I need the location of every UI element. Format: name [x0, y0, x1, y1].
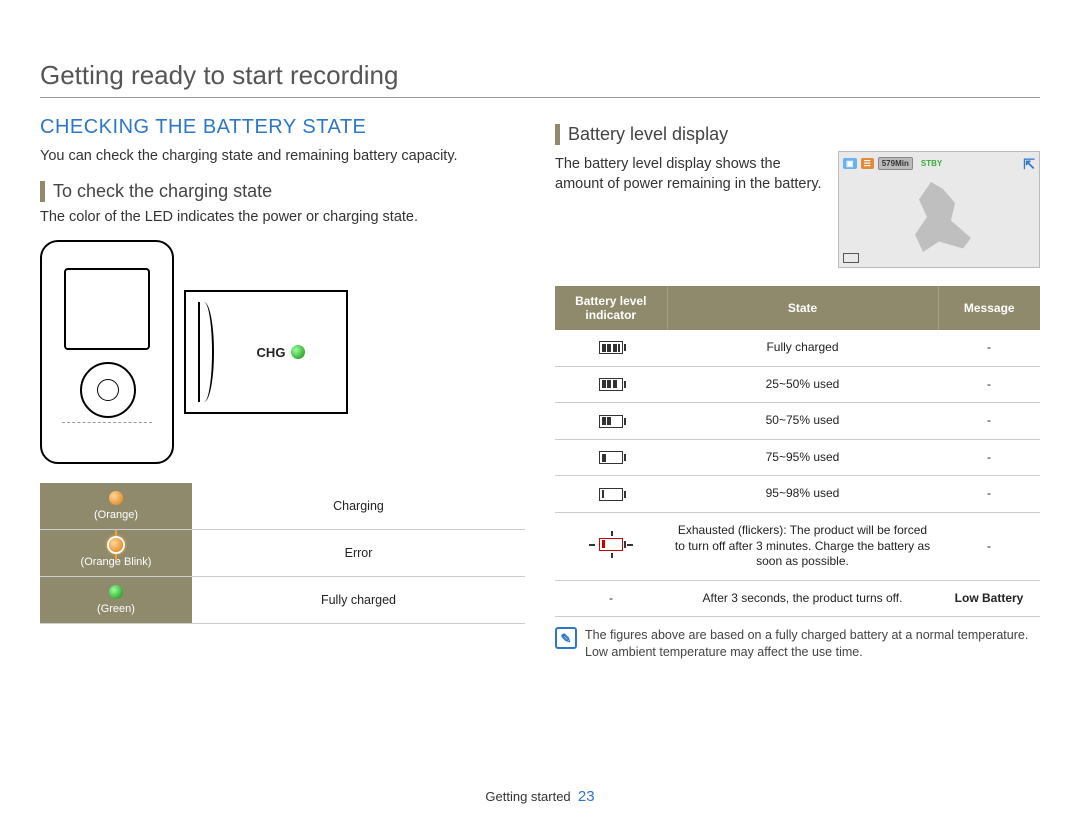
expand-arrow-icon: ⇱ — [1023, 156, 1035, 173]
led-orange-label: (Orange) — [94, 509, 138, 521]
batt-message-cell: - — [938, 439, 1040, 476]
lcd-chip-blue: ▣ — [843, 158, 857, 169]
batt-header-state: State — [667, 286, 938, 330]
led-green-meaning: Fully charged — [192, 577, 525, 624]
note-icon: ✎ — [555, 627, 577, 649]
batt-indicator-cell: - — [555, 580, 667, 617]
chg-callout: CHG — [184, 290, 348, 414]
camera-outline — [40, 240, 174, 464]
battery-display-text: The battery level display shows the amou… — [555, 155, 824, 194]
subheading-charging-state: To check the charging state — [40, 181, 525, 202]
charging-state-text: The color of the LED indicates the power… — [40, 208, 525, 228]
page-title: Getting ready to start recording — [40, 60, 1040, 91]
batt-indicator-cell — [555, 476, 667, 513]
led-state-table: (Orange) Charging (Orange Blink) Error — [40, 483, 525, 624]
batt-indicator-cell — [555, 439, 667, 476]
chg-label: CHG — [257, 345, 286, 360]
skater-silhouette-icon — [899, 182, 979, 252]
batt-state-cell: Fully charged — [667, 330, 938, 366]
batt-state-cell: 50~75% used — [667, 403, 938, 440]
batt-indicator-cell — [555, 512, 667, 580]
lcd-preview: ▣ ☰ 579Min STBY ⇱ — [838, 151, 1040, 268]
section-heading: CHECKING THE BATTERY STATE — [40, 116, 525, 139]
batt-state-cell: After 3 seconds, the product turns off. — [667, 580, 938, 617]
page-footer: Getting started 23 — [40, 770, 1040, 805]
note-block: ✎ The figures above are based on a fully… — [555, 627, 1040, 661]
batt-indicator-cell — [555, 366, 667, 403]
note-text: The figures above are based on a fully c… — [585, 627, 1040, 661]
batt-state-cell: Exhausted (flickers): The product will b… — [667, 512, 938, 580]
subheading-battery-display: Battery level display — [555, 124, 1040, 145]
title-divider — [40, 97, 1040, 98]
battery-level-icon — [599, 378, 623, 391]
led-orange-blink-icon — [109, 538, 123, 552]
batt-message-cell: Low Battery — [938, 580, 1040, 617]
batt-message-cell: - — [938, 512, 1040, 580]
intro-text: You can check the charging state and rem… — [40, 147, 525, 167]
lcd-battery-icon — [843, 253, 859, 263]
batt-indicator-cell — [555, 330, 667, 366]
led-orange-blink-meaning: Error — [192, 530, 525, 577]
chg-led-icon — [291, 345, 305, 359]
battery-flicker-icon — [599, 538, 623, 551]
led-green-label: (Green) — [97, 603, 135, 615]
led-orange-icon — [109, 491, 123, 505]
battery-level-table: Battery level indicator State Message Fu… — [555, 286, 1040, 617]
batt-state-cell: 95~98% used — [667, 476, 938, 513]
battery-level-icon — [599, 451, 623, 464]
batt-message-cell: - — [938, 366, 1040, 403]
batt-message-cell: - — [938, 330, 1040, 366]
batt-message-cell: - — [938, 403, 1040, 440]
lcd-time-chip: 579Min — [878, 157, 913, 170]
batt-header-message: Message — [938, 286, 1040, 330]
page-number: 23 — [578, 788, 595, 805]
footer-section-label: Getting started — [485, 789, 570, 804]
batt-header-indicator: Battery level indicator — [555, 286, 667, 330]
led-green-icon — [109, 585, 123, 599]
batt-state-cell: 75~95% used — [667, 439, 938, 476]
lcd-stby-label: STBY — [921, 159, 942, 168]
batt-message-cell: - — [938, 476, 1040, 513]
battery-level-icon — [599, 415, 623, 428]
lcd-chip-orange: ☰ — [861, 158, 874, 169]
battery-level-icon — [599, 488, 623, 501]
batt-indicator-cell — [555, 403, 667, 440]
camera-diagram: CHG — [40, 237, 525, 467]
battery-level-icon — [599, 341, 623, 354]
batt-state-cell: 25~50% used — [667, 366, 938, 403]
led-orange-meaning: Charging — [192, 483, 525, 530]
